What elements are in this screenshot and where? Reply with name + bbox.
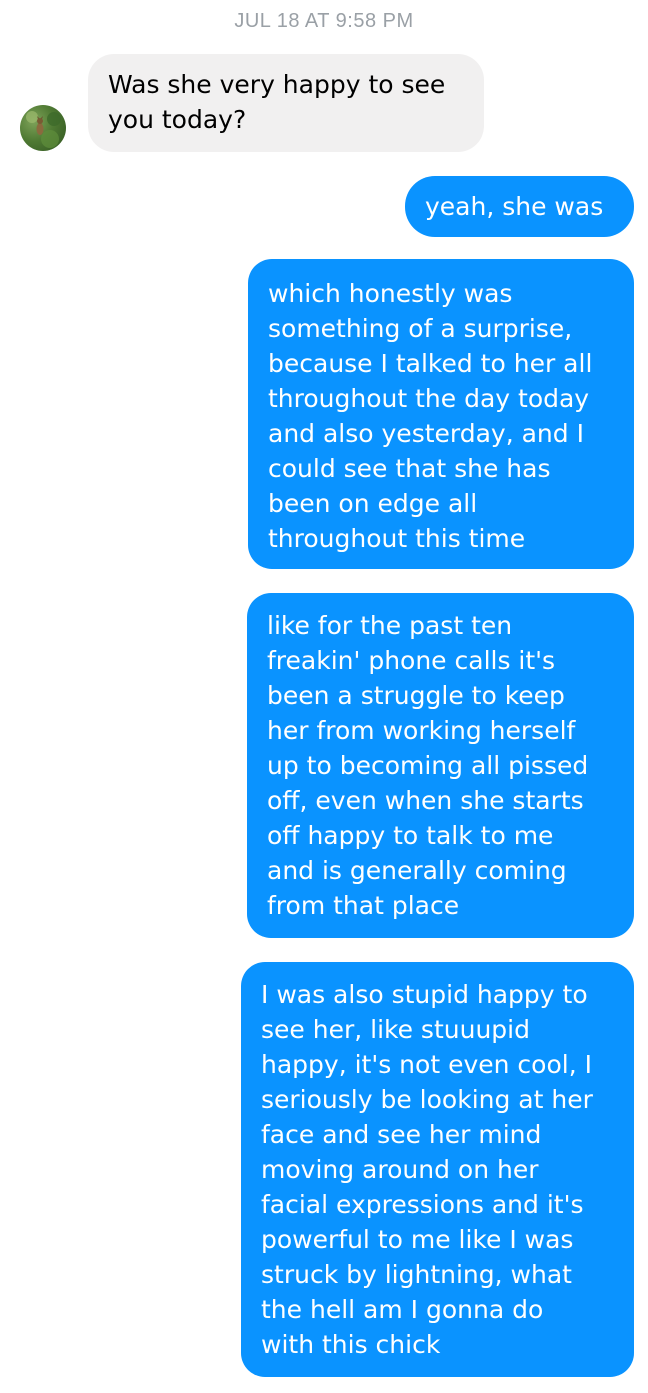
message-bubble-outgoing[interactable]: yeah, she was	[405, 176, 634, 237]
timestamp: JUL 18 AT 9:58 PM	[234, 10, 414, 32]
message-bubble-incoming[interactable]: Was she very happy to see you today?	[88, 54, 484, 152]
avatar-photo-icon	[26, 111, 61, 148]
message-bubble-outgoing[interactable]: I was also stupid happy to see her, like…	[241, 962, 634, 1377]
contact-avatar[interactable]	[20, 105, 66, 151]
message-bubble-outgoing[interactable]: like for the past ten freakin' phone cal…	[247, 593, 634, 938]
message-bubble-outgoing[interactable]: which honestly was something of a surpri…	[248, 259, 634, 569]
